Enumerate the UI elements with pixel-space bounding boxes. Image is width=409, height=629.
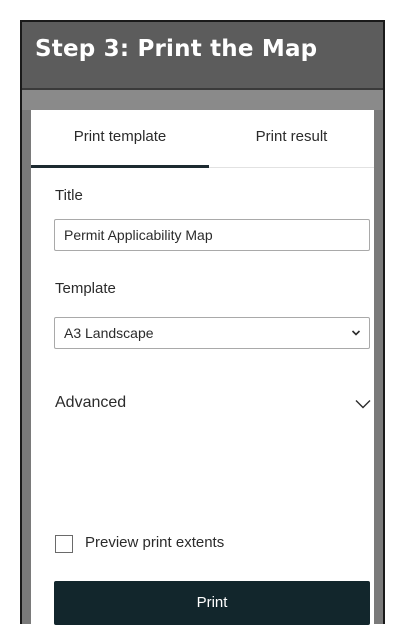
template-select-value: A3 Landscape xyxy=(64,325,154,341)
template-select[interactable]: A3 Landscape xyxy=(54,317,370,349)
print-button[interactable]: Print xyxy=(54,581,370,625)
preview-extents-checkbox[interactable] xyxy=(55,535,73,553)
print-widget: Print template Print result Title Permit… xyxy=(31,110,374,626)
chevron-down-icon xyxy=(355,400,371,409)
preview-extents-option[interactable]: Preview print extents xyxy=(55,534,355,556)
chevron-down-icon xyxy=(351,330,361,336)
print-panel: Step 3: Print the Map Print template Pri… xyxy=(20,20,385,626)
tab-bar: Print template Print result xyxy=(31,110,374,168)
header-strip xyxy=(22,90,383,110)
advanced-label: Advanced xyxy=(55,394,127,411)
active-tab-indicator xyxy=(31,165,209,168)
advanced-toggle[interactable]: Advanced xyxy=(55,394,371,418)
tab-print-result[interactable]: Print result xyxy=(209,128,374,152)
panel-header: Step 3: Print the Map xyxy=(22,22,383,90)
page-title: Step 3: Print the Map xyxy=(35,36,318,62)
tab-print-template[interactable]: Print template xyxy=(31,128,209,152)
title-label: Title xyxy=(55,187,83,204)
preview-extents-label: Preview print extents xyxy=(85,534,225,551)
template-label: Template xyxy=(55,280,116,297)
title-input[interactable]: Permit Applicability Map xyxy=(54,219,370,251)
